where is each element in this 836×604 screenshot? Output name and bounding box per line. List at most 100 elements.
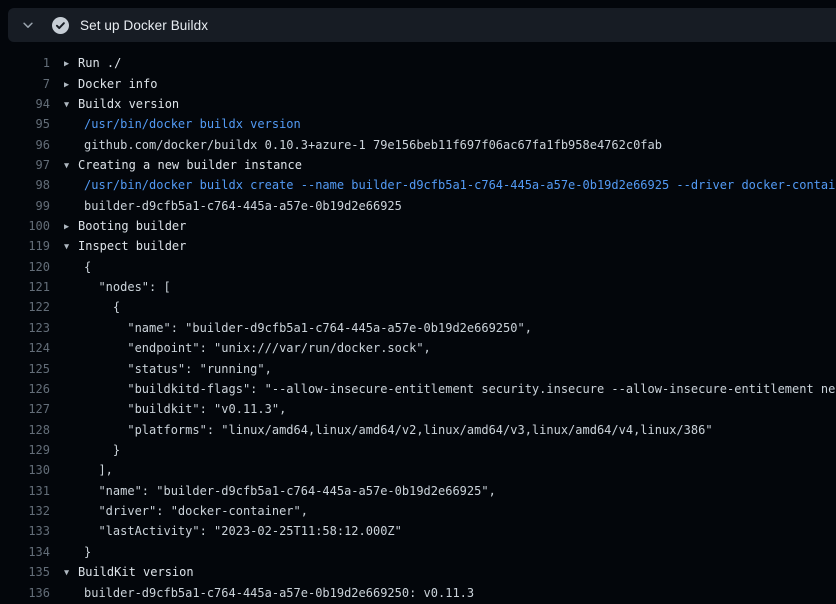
line-number[interactable]: 94	[0, 97, 50, 111]
line-number[interactable]: 135	[0, 565, 50, 579]
step-header[interactable]: Set up Docker Buildx	[8, 8, 836, 42]
line-text-value: "driver": "docker-container",	[84, 504, 308, 518]
line-text: "endpoint": "unix:///var/run/docker.sock…	[50, 341, 431, 355]
line-number[interactable]: 119	[0, 239, 50, 253]
line-text: "buildkit": "v0.11.3",	[50, 402, 286, 416]
line-text-value: "name": "builder-d9cfb5a1-c764-445a-a57e…	[84, 484, 496, 498]
line-text-value: Inspect builder	[78, 239, 186, 253]
log-line: 99 builder-d9cfb5a1-c764-445a-a57e-0b19d…	[0, 196, 836, 216]
line-text: builder-d9cfb5a1-c764-445a-a57e-0b19d2e6…	[50, 199, 402, 213]
line-number[interactable]: 96	[0, 138, 50, 152]
log-line: 125 "status": "running",	[0, 358, 836, 378]
triangle-down-icon[interactable]: ▼	[64, 568, 78, 578]
log-area: 1 ▶Run ./ 7 ▶Docker info 94 ▼Buildx vers…	[0, 53, 836, 603]
line-text-value: /usr/bin/docker buildx version	[84, 117, 301, 131]
line-text: {	[50, 260, 91, 274]
line-number[interactable]: 99	[0, 199, 50, 213]
log-line: 122 {	[0, 297, 836, 317]
log-line: 98 /usr/bin/docker buildx create --name …	[0, 175, 836, 195]
log-line: 130 ],	[0, 460, 836, 480]
line-number[interactable]: 7	[0, 77, 50, 91]
triangle-right-icon[interactable]: ▶	[64, 80, 78, 90]
line-number[interactable]: 98	[0, 178, 50, 192]
log-line: 95 /usr/bin/docker buildx version	[0, 114, 836, 134]
line-number[interactable]: 97	[0, 158, 50, 172]
log-line: 131 "name": "builder-d9cfb5a1-c764-445a-…	[0, 481, 836, 501]
line-number[interactable]: 130	[0, 463, 50, 477]
log-line: 96 github.com/docker/buildx 0.10.3+azure…	[0, 134, 836, 154]
line-number[interactable]: 125	[0, 362, 50, 376]
line-number[interactable]: 121	[0, 280, 50, 294]
log-line: 126 "buildkitd-flags": "--allow-insecure…	[0, 379, 836, 399]
line-number[interactable]: 123	[0, 321, 50, 335]
line-number[interactable]: 133	[0, 524, 50, 538]
log-line: 133 "lastActivity": "2023-02-25T11:58:12…	[0, 521, 836, 541]
line-text: ▼Creating a new builder instance	[50, 158, 302, 172]
line-number[interactable]: 132	[0, 504, 50, 518]
triangle-right-icon[interactable]: ▶	[64, 59, 78, 69]
line-text: "lastActivity": "2023-02-25T11:58:12.000…	[50, 524, 402, 538]
line-number[interactable]: 122	[0, 300, 50, 314]
line-number[interactable]: 95	[0, 117, 50, 131]
line-text-value: Booting builder	[78, 219, 186, 233]
log-line[interactable]: 97 ▼Creating a new builder instance	[0, 155, 836, 175]
line-text: {	[50, 300, 120, 314]
triangle-down-icon[interactable]: ▼	[64, 242, 78, 252]
line-text-value: Buildx version	[78, 97, 179, 111]
log-line[interactable]: 7 ▶Docker info	[0, 73, 836, 93]
line-text-value: "platforms": "linux/amd64,linux/amd64/v2…	[84, 423, 713, 437]
line-text-value: {	[84, 300, 120, 314]
line-text-value: {	[84, 260, 91, 274]
line-text-value: ],	[84, 463, 113, 477]
line-number[interactable]: 126	[0, 382, 50, 396]
line-number[interactable]: 136	[0, 586, 50, 600]
log-line: 123 "name": "builder-d9cfb5a1-c764-445a-…	[0, 318, 836, 338]
log-line[interactable]: 119 ▼Inspect builder	[0, 236, 836, 256]
line-number[interactable]: 1	[0, 56, 50, 70]
line-text-value: "buildkit": "v0.11.3",	[84, 402, 286, 416]
step-title: Set up Docker Buildx	[80, 18, 208, 33]
line-text: github.com/docker/buildx 0.10.3+azure-1 …	[50, 138, 662, 152]
line-text-value: "lastActivity": "2023-02-25T11:58:12.000…	[84, 524, 402, 538]
line-number[interactable]: 127	[0, 402, 50, 416]
line-number[interactable]: 134	[0, 545, 50, 559]
log-line: 134 }	[0, 542, 836, 562]
triangle-down-icon[interactable]: ▼	[64, 161, 78, 171]
line-number[interactable]: 124	[0, 341, 50, 355]
line-text: "nodes": [	[50, 280, 171, 294]
line-number[interactable]: 128	[0, 423, 50, 437]
line-text: /usr/bin/docker buildx version	[50, 117, 301, 131]
line-text: ▶Booting builder	[50, 219, 186, 233]
log-line[interactable]: 135 ▼BuildKit version	[0, 562, 836, 582]
triangle-down-icon[interactable]: ▼	[64, 100, 78, 110]
chevron-down-icon[interactable]	[21, 18, 35, 32]
line-text: ▶Run ./	[50, 56, 121, 70]
log-line: 121 "nodes": [	[0, 277, 836, 297]
line-text-value: Docker info	[78, 77, 157, 91]
line-text: }	[50, 443, 120, 457]
line-text: ▶Docker info	[50, 77, 157, 91]
log-line[interactable]: 100 ▶Booting builder	[0, 216, 836, 236]
line-number[interactable]: 120	[0, 260, 50, 274]
triangle-right-icon[interactable]: ▶	[64, 222, 78, 232]
log-line: 132 "driver": "docker-container",	[0, 501, 836, 521]
line-text-value: }	[84, 443, 120, 457]
line-text: }	[50, 545, 91, 559]
line-number[interactable]: 129	[0, 443, 50, 457]
line-text-value: builder-d9cfb5a1-c764-445a-a57e-0b19d2e6…	[84, 586, 474, 600]
log-line[interactable]: 94 ▼Buildx version	[0, 94, 836, 114]
line-text-value: }	[84, 545, 91, 559]
line-text: "name": "builder-d9cfb5a1-c764-445a-a57e…	[50, 321, 532, 335]
line-text: ▼Buildx version	[50, 97, 179, 111]
line-text-value: Run ./	[78, 56, 121, 70]
line-text-value: "endpoint": "unix:///var/run/docker.sock…	[84, 341, 431, 355]
line-text-value: Creating a new builder instance	[78, 158, 302, 172]
line-number[interactable]: 100	[0, 219, 50, 233]
log-line[interactable]: 1 ▶Run ./	[0, 53, 836, 73]
line-text-value: /usr/bin/docker buildx create --name bui…	[84, 178, 836, 192]
line-text-value: builder-d9cfb5a1-c764-445a-a57e-0b19d2e6…	[84, 199, 402, 213]
line-text: /usr/bin/docker buildx create --name bui…	[50, 178, 836, 192]
line-text: builder-d9cfb5a1-c764-445a-a57e-0b19d2e6…	[50, 586, 474, 600]
check-circle-icon	[52, 17, 69, 34]
line-number[interactable]: 131	[0, 484, 50, 498]
